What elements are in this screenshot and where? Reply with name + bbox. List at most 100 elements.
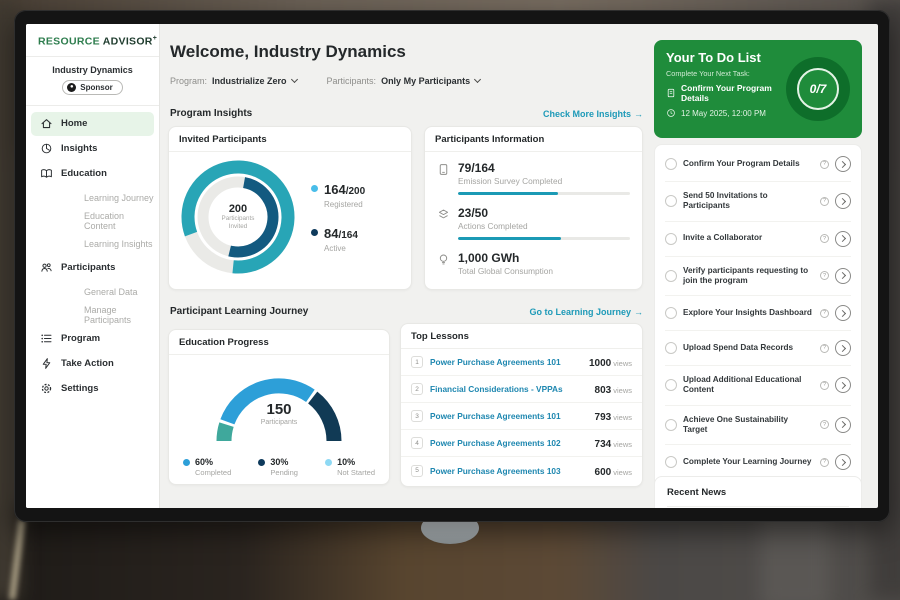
task-open-button[interactable]	[835, 454, 851, 470]
task-row[interactable]: Confirm Your Program Details ?	[665, 147, 851, 182]
program-insights-title: Program Insights	[170, 108, 252, 119]
task-label: Invite a Collaborator	[683, 233, 814, 243]
todo-progress-ring: 0/7	[786, 57, 850, 121]
task-checkbox[interactable]	[665, 195, 677, 207]
task-open-button[interactable]	[835, 268, 851, 284]
sidebar: RESOURCE ADVISOR+ Industry Dynamics ● Sp…	[26, 24, 160, 508]
task-checkbox[interactable]	[665, 419, 677, 431]
task-open-button[interactable]	[835, 417, 851, 433]
task-row[interactable]: Complete Your Learning Journey ?	[665, 445, 851, 480]
info-value: 1,000 GWh	[458, 251, 630, 265]
sidebar-item-label: Education Content	[84, 211, 154, 231]
lesson-title-link[interactable]: Power Purchase Agreements 101	[430, 357, 582, 367]
program-dropdown[interactable]: Program: Industrialize Zero	[170, 76, 297, 86]
chevron-right-icon	[838, 235, 845, 242]
sidebar-item[interactable]: Participants	[31, 256, 154, 280]
check-more-insights-link[interactable]: Check More Insights→	[543, 109, 643, 119]
task-checkbox[interactable]	[665, 158, 677, 170]
recent-news-card: Recent News	[654, 476, 862, 508]
task-checkbox[interactable]	[665, 379, 677, 391]
lesson-title-link[interactable]: Power Purchase Agreements 101	[430, 411, 588, 421]
legend-value: 10%	[337, 457, 375, 467]
info-icon[interactable]: ?	[820, 309, 829, 318]
task-open-button[interactable]	[835, 193, 851, 209]
task-checkbox[interactable]	[665, 342, 677, 354]
legend-value: 30%	[270, 457, 298, 467]
task-row[interactable]: Upload Spend Data Records ?	[665, 331, 851, 366]
info-icon[interactable]: ?	[820, 271, 829, 280]
lesson-title-link[interactable]: Financial Considerations - VPPAs	[430, 384, 588, 394]
task-open-button[interactable]	[835, 156, 851, 172]
invited-donut-chart: 200 Participants Invited	[177, 156, 299, 278]
lesson-row[interactable]: 5 Power Purchase Agreements 103 600views	[401, 457, 642, 484]
legend-label: Registered	[324, 200, 365, 209]
info-icon[interactable]: ?	[820, 197, 829, 206]
invited-participants-title: Invited Participants	[169, 127, 411, 152]
info-icon[interactable]: ?	[820, 458, 829, 467]
lesson-row[interactable]: 4 Power Purchase Agreements 102 734views	[401, 430, 642, 457]
legend-label: Pending	[270, 468, 298, 477]
task-label: Confirm Your Program Details	[683, 159, 814, 169]
task-row[interactable]: Explore Your Insights Dashboard ?	[665, 296, 851, 331]
participants-dropdown-value: Only My Participants	[381, 76, 470, 86]
insights-cards-row: Invited Participants 200 Participants In…	[168, 126, 643, 290]
task-checkbox[interactable]	[665, 456, 677, 468]
legend-value: 84	[324, 226, 338, 241]
task-row[interactable]: Invite a Collaborator ?	[665, 222, 851, 257]
lesson-row[interactable]: 1 Power Purchase Agreements 101 1000view…	[401, 349, 642, 376]
sidebar-item[interactable]: Insights	[31, 137, 154, 161]
monitor-bezel: RESOURCE ADVISOR+ Industry Dynamics ● Sp…	[14, 10, 890, 522]
task-open-button[interactable]	[835, 305, 851, 321]
sidebar-item[interactable]: Education	[31, 162, 154, 186]
photo-scene: RESOURCE ADVISOR+ Industry Dynamics ● Sp…	[0, 0, 900, 600]
legend-dot	[311, 185, 318, 192]
info-icon[interactable]: ?	[820, 420, 829, 429]
sidebar-item[interactable]: Program	[31, 327, 154, 351]
task-row[interactable]: Achieve One Sustainability Target ?	[665, 406, 851, 446]
program-icon	[40, 332, 53, 345]
sidebar-item-label: Learning Insights	[84, 239, 153, 249]
arrow-right-icon: →	[634, 109, 643, 119]
task-checkbox[interactable]	[665, 270, 677, 282]
task-checkbox[interactable]	[665, 307, 677, 319]
top-lessons-title: Top Lessons	[401, 324, 642, 349]
lesson-title-link[interactable]: Power Purchase Agreements 102	[430, 438, 588, 448]
gauge-center-label: Participants	[204, 419, 354, 426]
progress-bar	[458, 192, 630, 195]
lesson-row[interactable]: 2 Financial Considerations - VPPAs 803vi…	[401, 376, 642, 403]
sidebar-item[interactable]: Home	[31, 112, 154, 136]
lesson-rank: 4	[411, 437, 423, 449]
education-icon	[40, 167, 53, 180]
sidebar-item[interactable]: General Data	[31, 281, 154, 303]
sidebar-item[interactable]: Learning Insights	[31, 233, 154, 255]
info-row: 79/164 Emission Survey Completed	[437, 161, 630, 195]
task-checkbox[interactable]	[665, 233, 677, 245]
participants-dropdown[interactable]: Participants: Only My Participants	[327, 76, 481, 86]
info-icon[interactable]: ?	[820, 234, 829, 243]
donut-center-value: 200	[229, 203, 247, 215]
clock-icon	[666, 108, 676, 118]
task-open-button[interactable]	[835, 340, 851, 356]
task-open-button[interactable]	[835, 231, 851, 247]
info-icon[interactable]: ?	[820, 381, 829, 390]
info-icon[interactable]: ?	[820, 160, 829, 169]
sidebar-item[interactable]: Education Content	[31, 210, 154, 232]
lesson-title-link[interactable]: Power Purchase Agreements 103	[430, 466, 588, 476]
top-lessons-card: Top Lessons 1 Power Purchase Agreements …	[400, 323, 643, 487]
info-icon[interactable]: ?	[820, 344, 829, 353]
go-to-learning-journey-link[interactable]: Go to Learning Journey→	[529, 307, 643, 317]
task-label: Complete Your Learning Journey	[683, 457, 814, 467]
home-icon	[40, 117, 53, 130]
task-row[interactable]: Upload Additional Educational Content ?	[665, 366, 851, 406]
sidebar-item[interactable]: Take Action	[31, 352, 154, 376]
task-label: Achieve One Sustainability Target	[683, 415, 814, 436]
task-row[interactable]: Verify participants requesting to join t…	[665, 257, 851, 297]
insights-icon	[40, 142, 53, 155]
sidebar-item[interactable]: Manage Participants	[31, 304, 154, 326]
sidebar-item[interactable]: Learning Journey	[31, 187, 154, 209]
task-row[interactable]: Send 50 Invitations to Participants ?	[665, 182, 851, 222]
donut-center-label: Participants Invited	[212, 215, 264, 231]
sidebar-item[interactable]: Settings	[31, 377, 154, 401]
lesson-row[interactable]: 3 Power Purchase Agreements 101 793views	[401, 403, 642, 430]
task-open-button[interactable]	[835, 377, 851, 393]
